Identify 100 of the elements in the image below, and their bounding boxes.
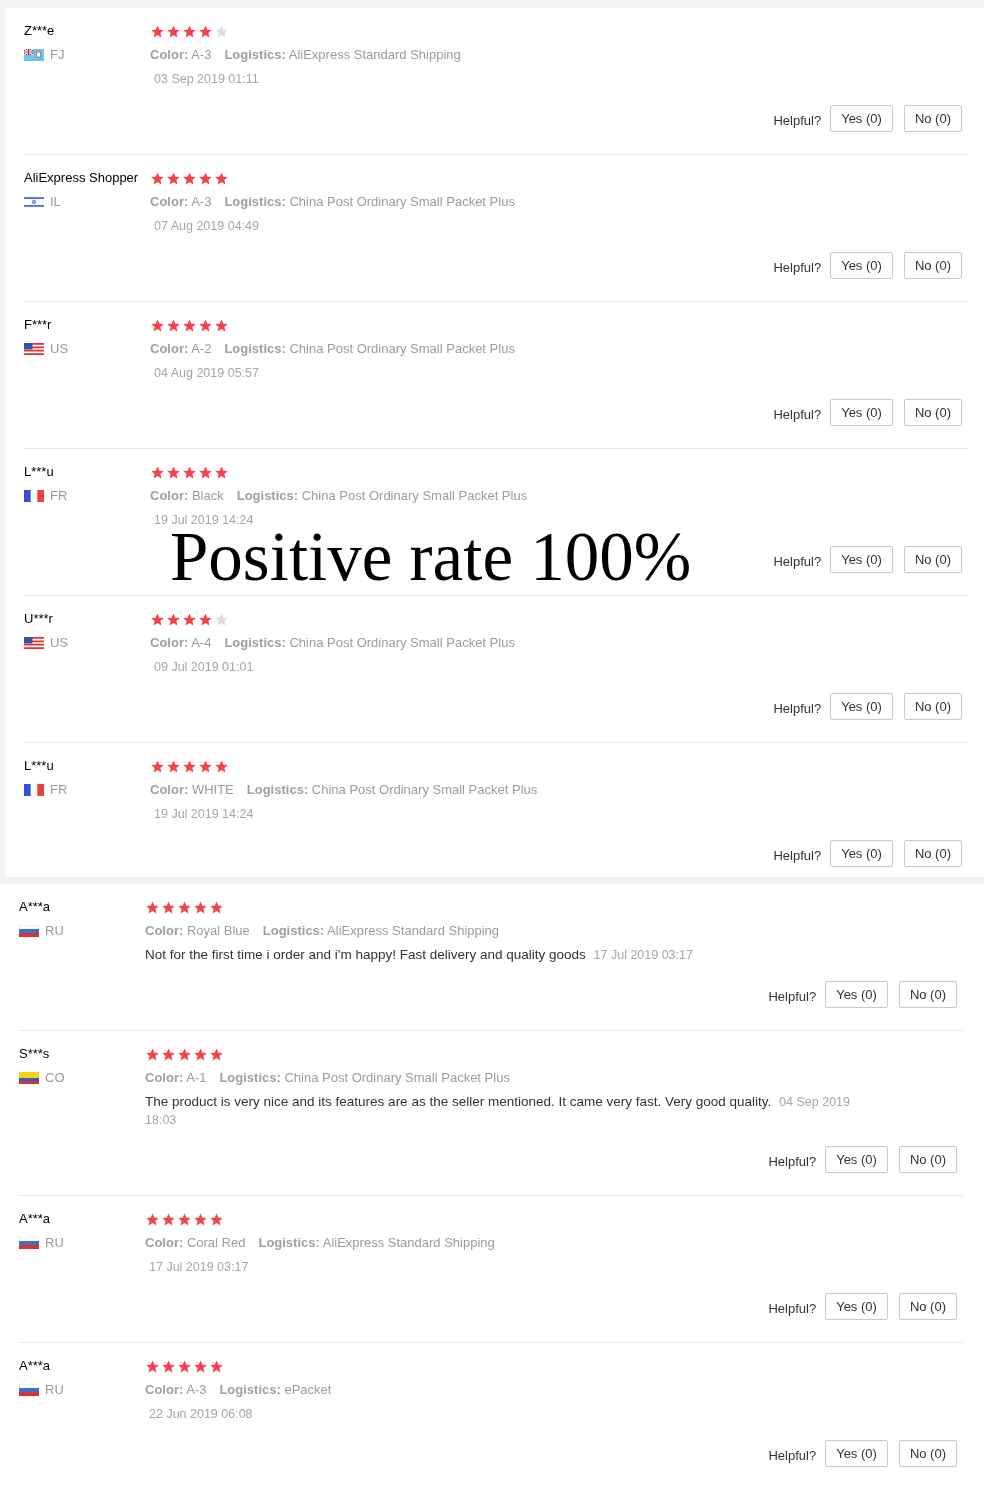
reviewer-name: L***u xyxy=(24,463,54,481)
country-code: CO xyxy=(45,1069,65,1087)
star-icon xyxy=(167,318,180,332)
product-color: Color: WHITE xyxy=(150,781,234,799)
star-icon xyxy=(178,1212,191,1226)
star-icon xyxy=(178,1047,191,1061)
no-vote-button[interactable]: No (0) xyxy=(903,693,962,720)
flag-icon xyxy=(19,1237,39,1249)
shipping-method: Logistics: AliExpress Standard Shipping xyxy=(258,1234,495,1252)
helpful-label: Helpful? xyxy=(768,1446,817,1463)
star-icon xyxy=(199,318,212,332)
star-icon xyxy=(210,1047,223,1061)
no-vote-button[interactable]: No (0) xyxy=(898,1440,957,1467)
no-vote-button[interactable]: No (0) xyxy=(903,840,962,867)
review-date: 07 Aug 2019 04:49 xyxy=(153,219,259,233)
star-icon xyxy=(146,1047,159,1061)
star-icon xyxy=(215,465,228,479)
reviewer-name: AliExpress Shopper xyxy=(24,169,139,187)
yes-vote-button[interactable]: Yes (0) xyxy=(825,1146,888,1173)
star-icon xyxy=(162,1047,175,1061)
helpful-label: Helpful? xyxy=(768,1299,817,1316)
flag-icon xyxy=(19,925,39,937)
country-code: US xyxy=(50,634,69,652)
shipping-method: Logistics: AliExpress Standard Shipping xyxy=(262,922,500,940)
helpful-label: Helpful? xyxy=(773,846,822,863)
reviewer-name: Z***e xyxy=(24,22,55,40)
country-code: RU xyxy=(45,1234,64,1252)
shipping-method: Logistics: ePacket xyxy=(219,1381,332,1399)
yes-vote-button[interactable]: Yes (0) xyxy=(825,1440,888,1467)
no-vote-button[interactable]: No (0) xyxy=(898,1146,957,1173)
star-icon xyxy=(183,171,196,185)
star-icon xyxy=(151,171,164,185)
flag-icon xyxy=(19,1072,39,1084)
no-vote-button[interactable]: No (0) xyxy=(903,252,962,279)
star-icon xyxy=(162,900,175,914)
star-icon xyxy=(162,1359,175,1373)
helpful-label: Helpful? xyxy=(768,1152,817,1169)
shipping-method: Logistics: China Post Ordinary Small Packet Plus xyxy=(236,487,528,505)
review-date: 22 Jun 2019 06:08 xyxy=(148,1407,253,1421)
flag-icon xyxy=(24,196,44,208)
yes-vote-button[interactable]: Yes (0) xyxy=(825,981,888,1008)
star-icon xyxy=(167,465,180,479)
helpful-label: Helpful? xyxy=(773,258,822,275)
flag-icon xyxy=(24,637,44,649)
star-icon xyxy=(183,759,196,773)
no-vote-button[interactable]: No (0) xyxy=(903,105,962,132)
star-icon xyxy=(183,24,196,38)
product-color: Color: A-3 xyxy=(145,1381,207,1399)
star-icon xyxy=(151,612,164,626)
star-icon xyxy=(178,1359,191,1373)
star-icon xyxy=(146,1212,159,1226)
review-date: 09 Jul 2019 01:01 xyxy=(153,660,254,674)
reviewer-name: U***r xyxy=(24,610,53,628)
no-vote-button[interactable]: No (0) xyxy=(898,981,957,1008)
no-vote-button[interactable]: No (0) xyxy=(903,546,962,573)
star-icon xyxy=(194,1047,207,1061)
yes-vote-button[interactable]: Yes (0) xyxy=(830,252,893,279)
yes-vote-button[interactable]: Yes (0) xyxy=(825,1293,888,1320)
product-color: Color: Black xyxy=(150,487,224,505)
shipping-method: Logistics: China Post Ordinary Small Packet Plus xyxy=(219,1069,510,1087)
flag-icon xyxy=(24,343,44,355)
yes-vote-button[interactable]: Yes (0) xyxy=(830,105,893,132)
product-color: Color: A-4 xyxy=(150,634,212,652)
country-code: RU xyxy=(45,1381,64,1399)
star-icon xyxy=(151,24,164,38)
star-icon xyxy=(151,465,164,479)
reviewer-name: L***u xyxy=(24,757,54,775)
product-color: Color: A-3 xyxy=(150,193,212,211)
star-icon xyxy=(215,171,228,185)
star-icon xyxy=(194,1212,207,1226)
yes-vote-button[interactable]: Yes (0) xyxy=(830,399,893,426)
star-icon xyxy=(215,759,228,773)
star-icon xyxy=(199,24,212,38)
star-icon xyxy=(167,24,180,38)
review-comment: The product is very nice and its features are as the seller mentioned. It came very fast. Very good quality. 04 Sep 2019 18:03 xyxy=(145,1093,851,1129)
reviewer-name: A***a xyxy=(19,1357,51,1375)
review-date: 03 Sep 2019 01:11 xyxy=(153,72,259,86)
reviewer-name: S***s xyxy=(19,1045,50,1063)
no-vote-button[interactable]: No (0) xyxy=(903,399,962,426)
review-date: 19 Jul 2019 14:24 xyxy=(153,513,254,527)
shipping-method: Logistics: China Post Ordinary Small Packet Plus xyxy=(224,193,515,211)
flag-icon xyxy=(24,49,44,61)
country-code: FJ xyxy=(50,46,65,64)
star-icon xyxy=(199,465,212,479)
yes-vote-button[interactable]: Yes (0) xyxy=(830,840,893,867)
star-icon xyxy=(210,900,223,914)
star-icon xyxy=(151,318,164,332)
country-code: FR xyxy=(50,487,68,505)
product-color: Color: A-2 xyxy=(150,340,212,358)
reviewer-name: A***a xyxy=(19,898,51,916)
yes-vote-button[interactable]: Yes (0) xyxy=(830,693,893,720)
helpful-label: Helpful? xyxy=(773,405,822,422)
shipping-method: Logistics: China Post Ordinary Small Packet Plus xyxy=(224,634,515,652)
yes-vote-button[interactable]: Yes (0) xyxy=(830,546,893,573)
star-icon xyxy=(146,1359,159,1373)
shipping-method: Logistics: China Post Ordinary Small Packet Plus xyxy=(224,340,515,358)
review-date: 19 Jul 2019 14:24 xyxy=(153,807,254,821)
star-icon xyxy=(199,612,212,626)
star-icon xyxy=(215,612,228,626)
no-vote-button[interactable]: No (0) xyxy=(898,1293,957,1320)
